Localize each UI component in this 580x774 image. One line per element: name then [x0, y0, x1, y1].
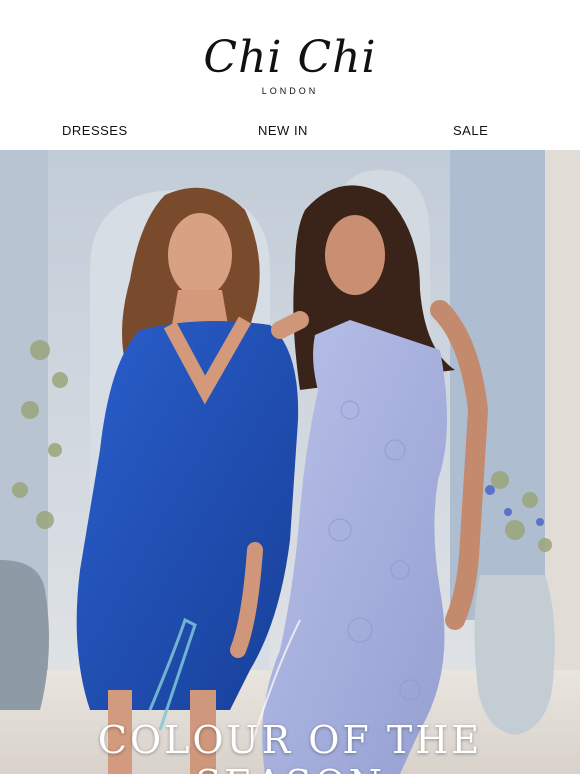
hero-photo: [0, 150, 580, 774]
brand-location: LONDON: [261, 86, 319, 96]
brand-logo[interactable]: Chi Chi: [0, 30, 580, 86]
vase-left: [0, 560, 49, 710]
nav-dresses[interactable]: DRESSES: [62, 123, 128, 138]
email-header: Chi Chi LONDON: [0, 0, 580, 110]
nav-sale[interactable]: SALE: [453, 123, 488, 138]
hero-banner[interactable]: COLOUR OF THE SEASON: [0, 150, 580, 774]
main-nav: DRESSES NEW IN SALE: [0, 110, 580, 148]
face-left: [168, 213, 232, 297]
hero-title: COLOUR OF THE SEASON: [97, 718, 483, 774]
face-right: [325, 215, 385, 295]
vase-right: [474, 575, 555, 735]
nav-new-in[interactable]: NEW IN: [258, 123, 308, 138]
